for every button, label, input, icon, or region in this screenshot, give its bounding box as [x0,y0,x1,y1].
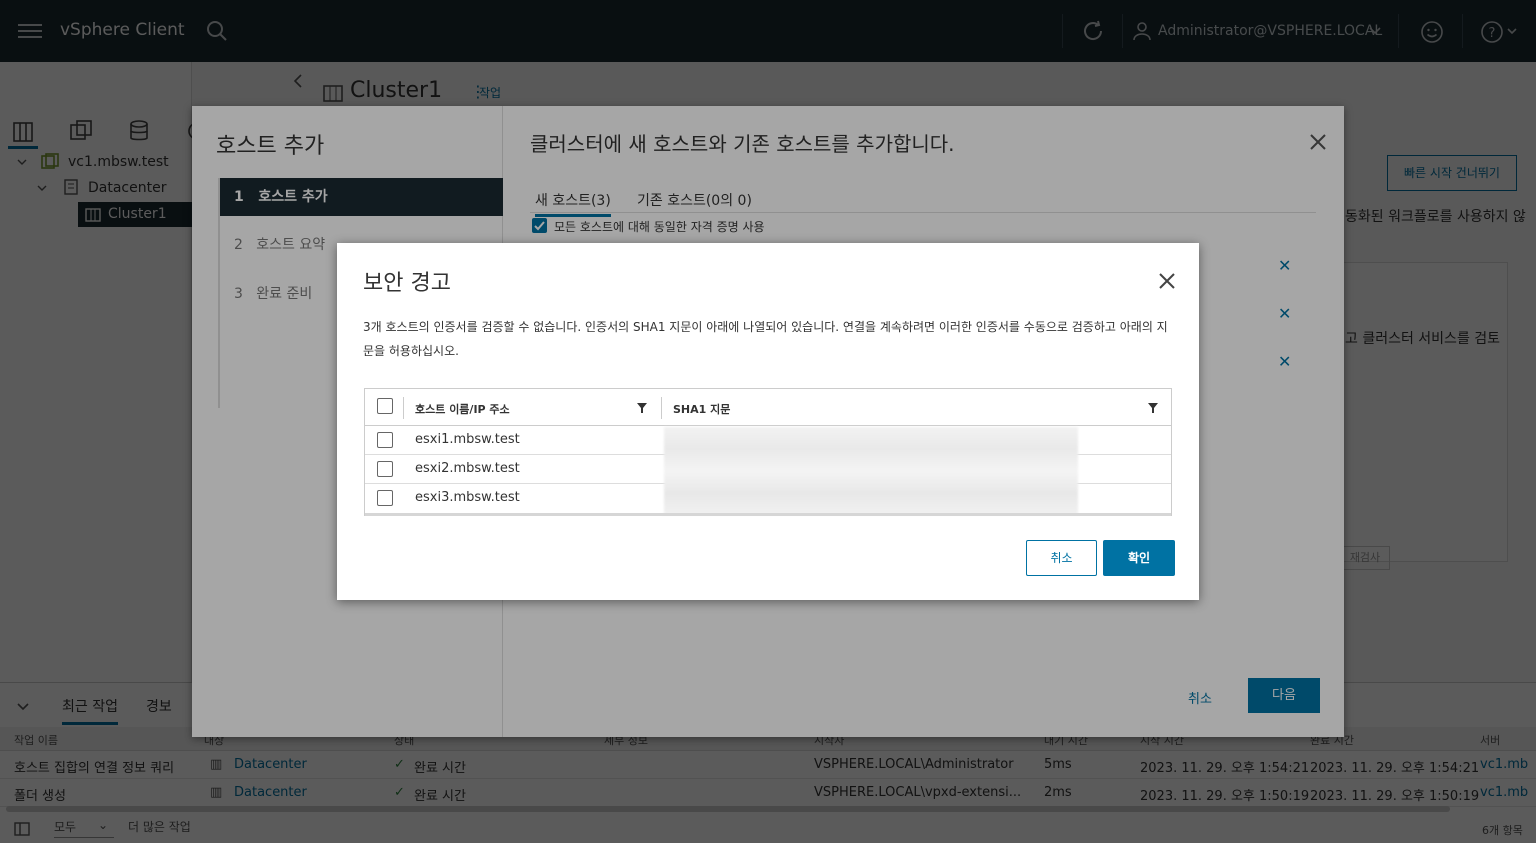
cancel-button[interactable]: 취소 [1026,540,1097,576]
column-separator [661,397,662,419]
column-separator [403,397,404,419]
dialog-message: 3개 호스트의 인증서를 검증할 수 없습니다. 인증서의 SHA1 지문이 아… [363,320,1168,358]
grid-header: 호스트 이름/IP 주소 SHA1 지문 [365,389,1171,426]
filter-icon[interactable] [637,403,647,413]
grid-footer [365,513,1171,516]
row-checkbox[interactable] [377,432,393,448]
row-checkbox[interactable] [377,490,393,506]
redacted-fingerprints [664,427,1078,515]
host-name: esxi1.mbsw.test [415,432,520,447]
dialog-title: 보안 경고 [363,271,451,296]
close-icon[interactable] [1157,271,1177,291]
row-checkbox[interactable] [377,461,393,477]
ok-button[interactable]: 확인 [1103,540,1175,576]
host-name: esxi3.mbsw.test [415,490,520,505]
column-header-host[interactable]: 호스트 이름/IP 주소 [415,401,510,417]
select-all-checkbox[interactable] [377,398,393,414]
security-alert-dialog: 보안 경고 3개 호스트의 인증서를 검증할 수 없습니다. 인증서의 SHA1… [337,243,1199,600]
certificate-grid: 호스트 이름/IP 주소 SHA1 지문 esxi1.mbsw.test esx… [364,388,1172,516]
host-name: esxi2.mbsw.test [415,461,520,476]
column-header-sha1[interactable]: SHA1 지문 [673,401,730,417]
filter-icon[interactable] [1148,403,1158,413]
